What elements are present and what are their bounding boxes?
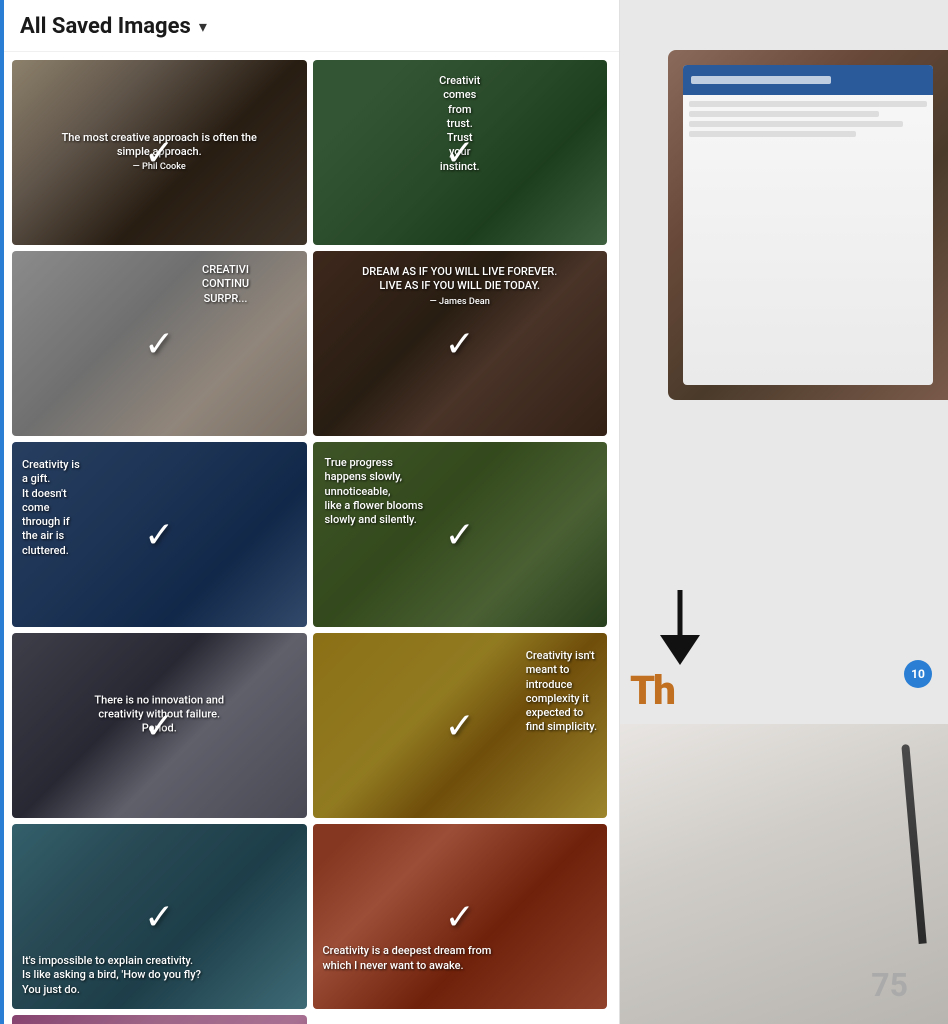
image-caption: True progresshappens slowly,unnoticeable… (319, 450, 430, 533)
image-grid: The most creative approach is often thes… (0, 52, 619, 1024)
image-cell[interactable]: Creativity isn'tmeant tointroducecomplex… (313, 633, 608, 818)
image-caption: Creativity isa gift.It doesn'tcomethroug… (16, 452, 86, 564)
checkmark-icon: ✓ (144, 899, 174, 935)
left-panel: All Saved Images ▾ The most creative app… (0, 0, 620, 1024)
checkmark-icon: ✓ (144, 517, 174, 553)
preview-number: 75 (871, 966, 908, 1004)
phone-header (683, 65, 933, 95)
image-caption: DREAM AS IF YOU WILL LIVE FOREVER.LIVE A… (356, 259, 563, 315)
checkmark-icon: ✓ (144, 708, 174, 744)
image-cell[interactable]: Creativity is a deepest dream fromwhich … (313, 824, 608, 1009)
image-cell[interactable]: There is no innovation andcreativity wit… (12, 633, 307, 818)
main-container: All Saved Images ▾ The most creative app… (0, 0, 948, 1024)
image-cell[interactable]: Creativity isa gift.It doesn'tcomethroug… (12, 442, 307, 627)
checkmark-icon: ✓ (445, 135, 475, 171)
image-cell[interactable]: It's impossible to explain creativity.Is… (12, 824, 307, 1009)
phone-mockup (668, 50, 948, 400)
header: All Saved Images ▾ (0, 0, 619, 52)
phone-content (683, 95, 933, 147)
image-cell[interactable] (12, 1015, 307, 1024)
badge-wrapper: 10 (904, 660, 932, 688)
notification-badge: 10 (904, 660, 932, 688)
page-title: All Saved Images (20, 14, 191, 39)
checkmark-icon: ✓ (144, 326, 174, 362)
blue-left-border (0, 0, 4, 1024)
checkmark-icon: ✓ (445, 326, 475, 362)
checkmark-icon: ✓ (144, 135, 174, 171)
preview-letter: Th (630, 667, 674, 714)
image-caption: Creativity is a deepest dream fromwhich … (317, 938, 498, 979)
image-overlay (12, 1015, 307, 1024)
image-cell[interactable]: CREATIVICONTINUSURPR... ✓ (12, 251, 307, 436)
image-caption: It's impossible to explain creativity.Is… (16, 948, 207, 1003)
image-cell[interactable]: DREAM AS IF YOU WILL LIVE FOREVER.LIVE A… (313, 251, 608, 436)
arrow-container (650, 590, 710, 674)
checkmark-icon: ✓ (445, 517, 475, 553)
image-cell[interactable]: True progresshappens slowly,unnoticeable… (313, 442, 608, 627)
checkmark-icon: ✓ (445, 899, 475, 935)
phone-bar (691, 76, 831, 84)
checkmark-icon: ✓ (445, 708, 475, 744)
phone-screen (683, 65, 933, 385)
chevron-down-icon[interactable]: ▾ (199, 17, 207, 36)
image-caption: Creativity isn'tmeant tointroducecomplex… (520, 643, 603, 741)
image-cell[interactable]: The most creative approach is often thes… (12, 60, 307, 245)
down-arrow-icon (650, 590, 710, 670)
right-panel: 10 Th (620, 0, 948, 1024)
right-preview-bottom: 75 (620, 724, 948, 1024)
image-caption: CREATIVICONTINUSURPR... (145, 257, 307, 312)
image-cell[interactable]: Creativitcomesfromtrust.Trustyourinstinc… (313, 60, 608, 245)
